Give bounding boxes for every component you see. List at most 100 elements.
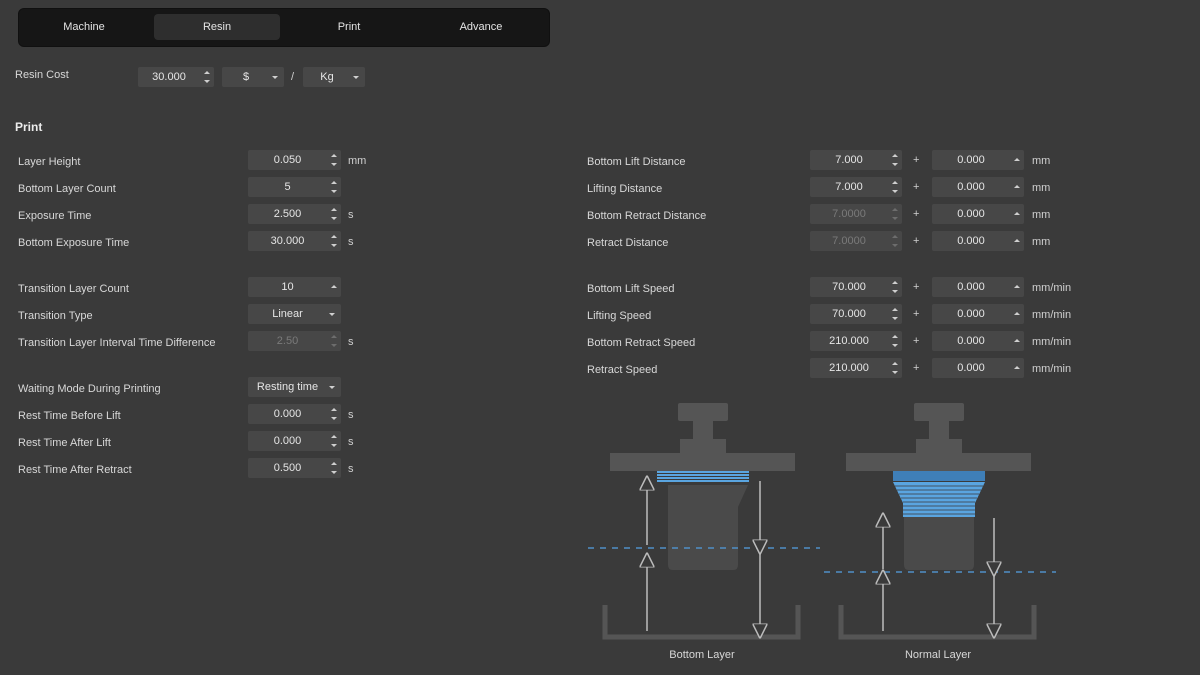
bottom-retract-speed-extra-value: 0.000 [957, 335, 985, 347]
normal-layer-illustration [824, 403, 1056, 640]
bottom-retract-distance-extra-spinbox[interactable]: 0.000 [932, 204, 1024, 224]
lifting-speed-extra-value: 0.000 [957, 308, 985, 320]
bottom-lift-speed-spinbox[interactable]: 70.000 [810, 277, 902, 297]
bottom-layer-count-spinbox[interactable]: 5 [248, 177, 341, 197]
bottom-lift-distance-label: Bottom Lift Distance [587, 156, 686, 168]
transition-interval-value: 2.50 [276, 335, 299, 347]
spin-arrows-icon[interactable] [330, 406, 339, 422]
spin-up-icon[interactable] [330, 279, 339, 295]
plus-sign: + [913, 308, 920, 320]
spin-arrows-icon[interactable] [330, 233, 339, 249]
tab-resin[interactable]: Resin [154, 14, 280, 40]
platform-bracket [916, 439, 962, 453]
bottom-lift-distance-extra-spinbox[interactable]: 0.000 [932, 150, 1024, 170]
retract-distance-spinbox[interactable]: 7.0000 [810, 231, 902, 251]
lifting-distance-extra-spinbox[interactable]: 0.000 [932, 177, 1024, 197]
normal-layers-stack [893, 482, 985, 517]
resin-cost-value: 30.000 [152, 71, 186, 83]
rest-after-lift-spinbox[interactable]: 0.000 [248, 431, 341, 451]
retract-speed-spinbox[interactable]: 210.000 [810, 358, 902, 378]
rest-before-lift-spinbox[interactable]: 0.000 [248, 404, 341, 424]
bottom-exposure-time-value: 30.000 [270, 235, 305, 247]
layer-height-value: 0.050 [273, 154, 302, 166]
resin-vat [602, 605, 801, 640]
spin-arrows-icon[interactable] [330, 179, 339, 195]
bottom-retract-speed-spinbox[interactable]: 210.000 [810, 331, 902, 351]
lifting-distance-spinbox[interactable]: 7.000 [810, 177, 902, 197]
bottom-retract-distance-extra-value: 0.000 [957, 208, 985, 220]
spin-arrows-icon[interactable] [330, 152, 339, 168]
retract-speed-extra-spinbox[interactable]: 0.000 [932, 358, 1024, 378]
spin-arrows-icon[interactable] [891, 279, 900, 295]
spin-arrows-icon[interactable] [891, 233, 900, 249]
bottom-lift-speed-extra-spinbox[interactable]: 0.000 [932, 277, 1024, 297]
bottom-retract-speed-extra-spinbox[interactable]: 0.000 [932, 331, 1024, 351]
resin-cost-spinbox[interactable]: 30.000 [138, 67, 214, 87]
spin-up-icon[interactable] [1013, 360, 1022, 376]
spin-up-icon[interactable] [1013, 179, 1022, 195]
spin-arrows-icon[interactable] [891, 206, 900, 222]
exposure-time-label: Exposure Time [18, 210, 92, 222]
retract-distance-extra-spinbox[interactable]: 0.000 [932, 231, 1024, 251]
spin-arrows-icon[interactable] [891, 152, 900, 168]
bottom-lift-speed-value: 70.000 [832, 281, 866, 293]
spin-arrows-icon[interactable] [891, 179, 900, 195]
spin-arrows-icon[interactable] [330, 433, 339, 449]
bottom-lift-speed-unit: mm/min [1032, 282, 1072, 294]
tab-print[interactable]: Print [286, 14, 412, 40]
lifting-speed-extra-spinbox[interactable]: 0.000 [932, 304, 1024, 324]
chevron-down-icon [329, 313, 335, 316]
waiting-mode-select[interactable]: Resting time [248, 377, 341, 397]
tab-advance[interactable]: Advance [418, 14, 544, 40]
spin-up-icon[interactable] [1013, 279, 1022, 295]
spin-up-icon[interactable] [1013, 233, 1022, 249]
spin-arrows-icon[interactable] [330, 333, 339, 349]
rest-after-retract-value: 0.500 [273, 462, 302, 474]
plus-sign: + [913, 335, 920, 347]
layer-height-spinbox[interactable]: 0.050 [248, 150, 341, 170]
platform-stem [929, 421, 949, 441]
bottom-retract-speed-unit: mm/min [1032, 336, 1072, 348]
plus-sign: + [913, 208, 920, 220]
bottom-exposure-time-spinbox[interactable]: 30.000 [248, 231, 341, 251]
spin-arrows-icon[interactable] [330, 206, 339, 222]
spin-arrows-icon[interactable] [203, 69, 212, 85]
rest-after-retract-spinbox[interactable]: 0.500 [248, 458, 341, 478]
spin-up-icon[interactable] [1013, 152, 1022, 168]
spin-up-icon[interactable] [1013, 206, 1022, 222]
weight-unit-value: Kg [320, 71, 334, 83]
lifting-speed-spinbox[interactable]: 70.000 [810, 304, 902, 324]
transition-type-select[interactable]: Linear [248, 304, 341, 324]
plus-sign: + [913, 362, 920, 374]
spin-up-icon[interactable] [1013, 306, 1022, 322]
retract-distance-extra-value: 0.000 [957, 235, 985, 247]
lifting-distance-extra-value: 0.000 [957, 181, 985, 193]
bottom-lift-distance-spinbox[interactable]: 7.000 [810, 150, 902, 170]
tab-machine[interactable]: Machine [21, 14, 147, 40]
bottom-retract-distance-spinbox[interactable]: 7.0000 [810, 204, 902, 224]
spin-up-icon[interactable] [1013, 333, 1022, 349]
transition-layer-count-value: 10 [281, 281, 294, 293]
lifting-speed-value: 70.000 [832, 308, 866, 320]
normal-layer-caption: Normal Layer [904, 649, 972, 661]
spin-arrows-icon[interactable] [330, 460, 339, 476]
currency-select[interactable]: $ [222, 67, 284, 87]
resin-cost-label: Resin Cost [15, 69, 69, 81]
spin-arrows-icon[interactable] [891, 333, 900, 349]
spin-arrows-icon[interactable] [891, 360, 900, 376]
transition-interval-spinbox[interactable]: 2.50 [248, 331, 341, 351]
retract-distance-unit: mm [1032, 236, 1051, 248]
bottom-lift-distance-unit: mm [1032, 155, 1051, 167]
bottom-retract-speed-value: 210.000 [829, 335, 869, 347]
spin-arrows-icon[interactable] [891, 306, 900, 322]
retract-speed-label: Retract Speed [587, 364, 658, 376]
exposure-time-spinbox[interactable]: 2.500 [248, 204, 341, 224]
exposure-time-value: 2.500 [273, 208, 302, 220]
model-body [904, 517, 974, 570]
lifting-speed-unit: mm/min [1032, 309, 1072, 321]
retract-speed-extra-value: 0.000 [957, 362, 985, 374]
transition-layer-count-spinbox[interactable]: 10 [248, 277, 341, 297]
rest-after-retract-unit: s [348, 463, 354, 475]
weight-unit-select[interactable]: Kg [303, 67, 365, 87]
resin-vat [838, 605, 1037, 640]
